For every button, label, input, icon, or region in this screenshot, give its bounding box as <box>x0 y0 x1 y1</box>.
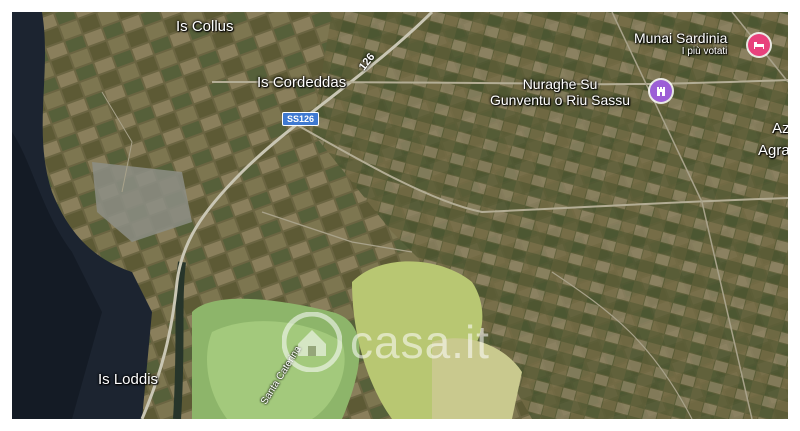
castle-icon <box>657 87 665 96</box>
place-label-az-partial[interactable]: Az <box>772 120 788 137</box>
place-label-is-collus[interactable]: Is Collus <box>176 18 234 35</box>
watermark-text: casa.it <box>350 316 490 368</box>
poi-subtitle: I più votati <box>681 46 728 58</box>
place-label-agra-partial[interactable]: Agra <box>758 142 788 159</box>
poi-title: Munai Sardinia <box>634 30 728 46</box>
bed-icon <box>754 42 764 49</box>
poi-label-munai-sardinia[interactable]: Munai Sardinia I più votati <box>634 30 727 58</box>
poi-title-line1: Nuraghe Su <box>522 76 598 92</box>
place-label-is-cordeddas[interactable]: Is Cordeddas <box>257 74 346 91</box>
landmark-pin[interactable] <box>650 80 672 102</box>
place-label-is-loddis[interactable]: Is Loddis <box>98 371 158 388</box>
house-icon <box>282 312 342 372</box>
poi-title-line2: Gunventu o Riu Sassu <box>490 92 631 109</box>
watermark: casa.it <box>282 312 490 372</box>
poi-label-nuraghe[interactable]: Nuraghe Su Gunventu o Riu Sassu <box>490 76 630 108</box>
road-shield-ss126: SS126 <box>282 112 320 126</box>
map-view[interactable]: Is Collus Is Cordeddas Is Loddis Munai S… <box>12 12 788 419</box>
hotel-pin[interactable] <box>748 34 770 56</box>
